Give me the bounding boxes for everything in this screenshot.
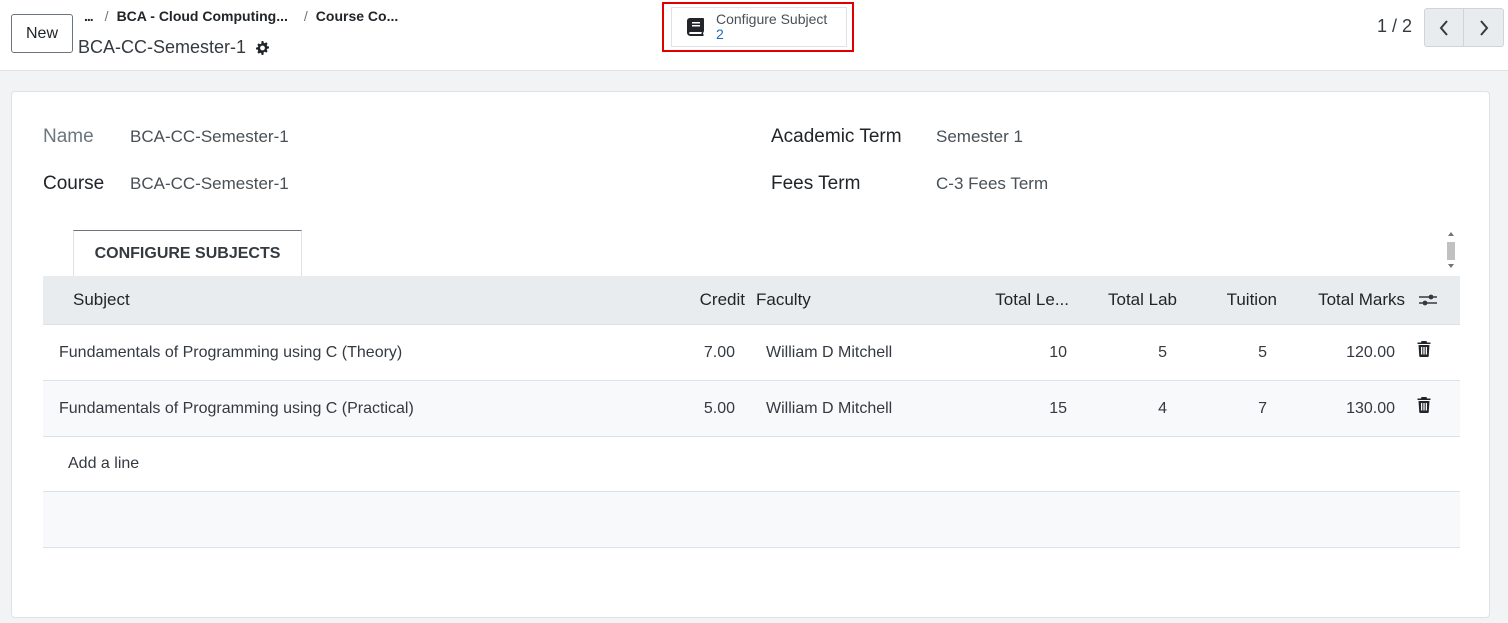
breadcrumb-ellipsis[interactable]: ... — [84, 8, 94, 24]
delete-row-button[interactable] — [1417, 325, 1431, 380]
cell-total-lab: 4 — [1158, 399, 1167, 417]
record-title: BCA-CC-Semester-1 — [78, 37, 270, 58]
column-header-credit[interactable]: Credit — [683, 276, 745, 324]
column-header-total-lecture[interactable]: Total Le... — [963, 276, 1069, 324]
cell-faculty: William D Mitchell — [766, 399, 893, 417]
gear-icon[interactable] — [254, 40, 270, 56]
fees-term-label: Fees Term — [771, 173, 861, 194]
cell-total-lecture: 10 — [1049, 343, 1067, 361]
fees-term-field[interactable]: C-3 Fees Term — [936, 174, 1048, 194]
column-header-total-marks[interactable]: Total Marks — [1293, 276, 1405, 324]
table-header: Subject Credit Faculty Total Le... Total… — [43, 276, 1460, 325]
name-label: Name — [43, 126, 94, 147]
cell-tuition: 5 — [1258, 343, 1267, 361]
smart-button-label: Configure Subject — [716, 11, 828, 27]
scroll-down-arrow-icon[interactable] — [1448, 264, 1454, 268]
name-field[interactable]: BCA-CC-Semester-1 — [130, 127, 289, 147]
course-field[interactable]: BCA-CC-Semester-1 — [130, 174, 289, 194]
tab-configure-subjects[interactable]: CONFIGURE SUBJECTS — [73, 230, 302, 277]
column-header-subject[interactable]: Subject — [73, 276, 130, 324]
breadcrumb-separator: / — [104, 8, 109, 24]
configure-subject-smart-button[interactable]: Configure Subject 2 — [671, 7, 847, 47]
next-record-button[interactable] — [1464, 8, 1504, 47]
chevron-left-icon — [1439, 19, 1448, 36]
previous-record-button[interactable] — [1424, 8, 1464, 47]
trash-icon — [1417, 397, 1431, 413]
cell-total-marks: 120.00 — [1346, 343, 1395, 361]
table-row[interactable]: Fundamentals of Programming using C (The… — [43, 325, 1460, 381]
breadcrumb-item-course-config[interactable]: Course Co... — [316, 8, 398, 24]
control-panel: New ... / BCA - Cloud Computing... / Cou… — [0, 0, 1508, 71]
scrollbar[interactable] — [1445, 230, 1457, 274]
pager-value[interactable]: 1 / 2 — [1377, 16, 1412, 37]
academic-term-label: Academic Term — [771, 126, 902, 147]
delete-row-button[interactable] — [1417, 381, 1431, 436]
table-row[interactable]: Fundamentals of Programming using C (Pra… — [43, 381, 1460, 437]
form-sheet: Name BCA-CC-Semester-1 Course BCA-CC-Sem… — [11, 91, 1490, 618]
empty-row — [43, 492, 1460, 548]
column-header-faculty[interactable]: Faculty — [756, 276, 811, 324]
cell-total-marks: 130.00 — [1346, 399, 1395, 417]
course-label: Course — [43, 173, 105, 194]
cell-credit: 7.00 — [703, 343, 735, 361]
sliders-icon — [1419, 294, 1437, 306]
smart-button-highlight: Configure Subject 2 — [662, 2, 854, 52]
column-header-tuition[interactable]: Tuition — [1193, 276, 1277, 324]
cell-faculty: William D Mitchell — [766, 343, 893, 361]
smart-button-count: 2 — [716, 26, 724, 42]
cell-subject: Fundamentals of Programming using C (The… — [59, 343, 403, 361]
scrollbar-thumb[interactable] — [1447, 242, 1455, 260]
add-line-row: Add a line — [43, 437, 1460, 492]
trash-icon — [1417, 341, 1431, 357]
scroll-up-arrow-icon[interactable] — [1448, 232, 1454, 236]
record-title-text: BCA-CC-Semester-1 — [78, 37, 247, 57]
breadcrumb-separator: / — [303, 8, 308, 24]
subjects-table: Subject Credit Faculty Total Le... Total… — [43, 276, 1460, 548]
breadcrumb-item-course[interactable]: BCA - Cloud Computing... — [117, 8, 288, 24]
breadcrumb: ... / BCA - Cloud Computing... / Course … — [84, 8, 414, 24]
academic-term-field[interactable]: Semester 1 — [936, 127, 1023, 147]
column-header-total-lab[interactable]: Total Lab — [1083, 276, 1177, 324]
cell-total-lecture: 15 — [1049, 399, 1067, 417]
cell-total-lab: 5 — [1158, 343, 1167, 361]
book-icon — [687, 18, 704, 36]
optional-columns-toggle[interactable] — [1418, 276, 1438, 324]
cell-credit: 5.00 — [703, 399, 735, 417]
cell-tuition: 7 — [1258, 399, 1267, 417]
add-line-link[interactable]: Add a line — [68, 437, 139, 491]
chevron-right-icon — [1479, 19, 1488, 36]
cell-subject: Fundamentals of Programming using C (Pra… — [59, 399, 414, 417]
new-button[interactable]: New — [11, 14, 73, 53]
